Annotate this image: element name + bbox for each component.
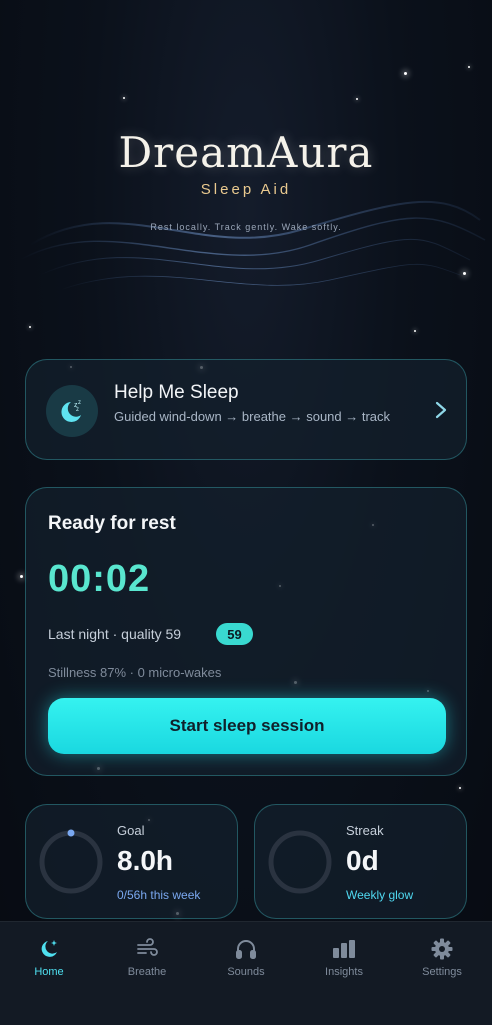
brand-header: DreamAura Sleep Aid Rest locally. Track … [0, 128, 492, 232]
headphones-icon [206, 936, 286, 962]
star [123, 97, 125, 99]
star [459, 787, 461, 789]
goal-card[interactable]: Goal 8.0h 0/56h this week [25, 804, 238, 919]
star [20, 575, 23, 578]
stillness-summary: Stillness 87% · 0 micro-wakes [48, 665, 222, 680]
rest-card: Ready for rest 00:02 Last night · qualit… [25, 487, 467, 776]
star [414, 330, 416, 332]
nav-item-insights[interactable]: Insights [304, 936, 384, 978]
quality-badge: 59 [216, 623, 253, 645]
bar-chart-icon [304, 936, 384, 962]
streak-label: Streak [346, 823, 384, 838]
chevron-right-icon [435, 401, 447, 419]
svg-text:z: z [78, 400, 81, 406]
last-night-summary: Last night · quality 59 [48, 626, 182, 642]
gear-icon [402, 936, 482, 962]
nav-label-sounds: Sounds [227, 966, 265, 978]
help-me-sleep-card[interactable]: z z z Help Me Sleep Guided wind-down → b… [25, 359, 467, 460]
help-card-description: Guided wind-down → breathe → sound → tra… [114, 409, 391, 424]
nav-item-settings[interactable]: Settings [402, 936, 482, 978]
streak-value: 0d [346, 845, 379, 876]
start-sleep-session-button[interactable]: Start sleep session [48, 698, 446, 754]
app-subtitle: Sleep Aid [200, 181, 292, 198]
nav-label-insights: Insights [325, 966, 363, 978]
goal-value: 8.0h [117, 845, 174, 876]
help-card-title: Help Me Sleep [114, 382, 239, 403]
app-tagline: Rest locally. Track gently. Wake softly. [150, 222, 342, 232]
moon-zzz-icon: z z z [46, 385, 98, 437]
goal-label: Goal [117, 823, 145, 838]
streak-ring [268, 830, 332, 894]
nav-label-settings: Settings [422, 966, 462, 978]
app-title: DreamAura [118, 128, 374, 177]
nav-label-home: Home [34, 966, 64, 978]
sleep-timer: 00:02 [48, 558, 151, 600]
svg-text:z: z [76, 407, 79, 413]
star [404, 72, 407, 75]
nav-label-breathe: Breathe [127, 966, 167, 978]
streak-sub: Weekly glow [346, 888, 414, 902]
goal-weekly-progress: 0/56h this week [117, 888, 201, 902]
nav-item-home[interactable]: Home [9, 936, 89, 978]
star [468, 66, 470, 68]
goal-progress-ring [39, 829, 103, 894]
nav-item-breathe[interactable]: Breathe [107, 936, 187, 978]
star [356, 98, 358, 100]
nav-item-sounds[interactable]: Sounds [206, 936, 286, 978]
bottom-nav: Home Breathe Sounds Insights Settings [0, 921, 492, 1025]
streak-card[interactable]: Streak 0d Weekly glow [254, 804, 467, 919]
rest-card-title: Ready for rest [48, 513, 176, 534]
wind-icon [107, 936, 187, 962]
moon-star-icon [9, 936, 89, 962]
